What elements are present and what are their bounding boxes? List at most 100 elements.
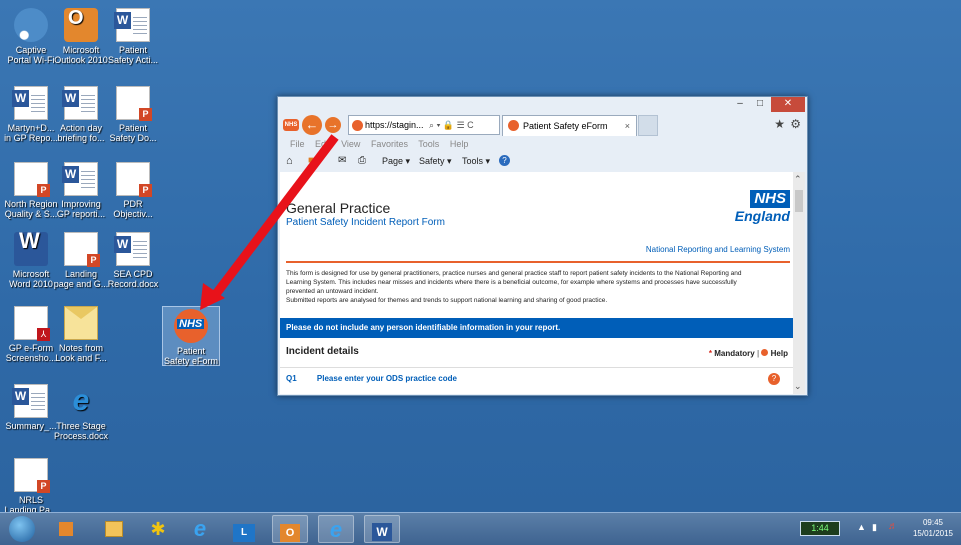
taskbar-word-running[interactable]: W [364, 515, 400, 543]
taskbar-outlook[interactable] [48, 515, 84, 543]
feeds-icon[interactable]: ■ [308, 155, 314, 166]
legend-separator: | [756, 349, 760, 358]
q1-text: Please enter your ODS practice code [316, 374, 457, 383]
wifi-icon [14, 8, 48, 42]
taskbar-outlook-running[interactable]: O [272, 515, 308, 543]
desktop-icon-label: Patient Safety eForm [163, 346, 219, 366]
desktop-icon-outlook[interactable]: Microsoft Outlook 2010 [52, 8, 110, 65]
scroll-thumb[interactable] [795, 190, 803, 212]
desktop-icon-landing-page[interactable]: Landing page and G... [52, 232, 110, 289]
home-icon[interactable]: ⌂ [286, 155, 293, 167]
desktop-icon-notes-from[interactable]: Notes from Look and F... [52, 306, 110, 363]
menu-item-file[interactable]: File [290, 139, 305, 149]
word-doc-icon [62, 162, 98, 196]
powerpoint-icon [64, 232, 100, 267]
word-doc-icon [114, 8, 150, 42]
tools-menu[interactable]: Tools ▾ [462, 156, 490, 167]
forward-button[interactable]: → [325, 117, 341, 133]
powerpoint-icon [14, 458, 50, 493]
desktop-icon-label: Patient Safety Do... [109, 123, 157, 143]
page-menu[interactable]: Page ▾ [382, 156, 410, 167]
intro-text-1: This form is designed for use by general… [286, 270, 742, 295]
taskbar-ie-running[interactable]: e [318, 515, 354, 543]
start-button[interactable] [6, 515, 38, 543]
desktop-icon-patient-safety-do[interactable]: Patient Safety Do... [104, 86, 162, 143]
taskbar-ie[interactable]: e [182, 515, 218, 543]
desktop-icon-patient-safety-eform[interactable]: Patient Safety eForm [162, 306, 220, 366]
new-tab-area[interactable] [638, 115, 658, 136]
internet-explorer-icon: e [72, 384, 90, 417]
desktop-icon-pdr[interactable]: PDR Objectiv... [104, 162, 162, 219]
menu-item-view[interactable]: View [341, 139, 360, 149]
taskbar-lync[interactable]: L [226, 515, 262, 543]
tray-expand-icon[interactable]: ▲ [857, 522, 866, 532]
nhs-favicon-icon: NHS [283, 119, 299, 131]
window-titlebar[interactable]: – □ ✕ [278, 97, 807, 113]
q1-help-button[interactable]: ? [768, 373, 780, 385]
battery-time: 1:44 [811, 523, 829, 533]
section-heading: Incident details [286, 346, 359, 357]
help-label[interactable]: Help [771, 349, 788, 358]
powerpoint-icon [116, 86, 152, 121]
signal-icon[interactable]: ▮ [872, 522, 877, 533]
desktop-icon-nrls-landing[interactable]: NRLS Landing Pa... [2, 458, 60, 515]
desktop-icon-label: Landing page and G... [53, 269, 109, 289]
home-star-icon[interactable]: ★ [774, 117, 785, 131]
tab-close-icon[interactable]: × [625, 116, 630, 136]
help-cmd-icon[interactable]: ? [499, 155, 510, 166]
desktop-icon-label: Action day briefing fo... [57, 123, 105, 143]
site-favicon-icon [352, 120, 363, 131]
clock-date: 15/01/2015 [912, 529, 954, 538]
settings-gear-icon[interactable]: ⚙ [790, 117, 801, 131]
intro-paragraph: This form is designed for use by general… [286, 269, 766, 305]
taskbar-explorer[interactable] [96, 515, 132, 543]
outlook-icon [64, 8, 98, 42]
safety-menu[interactable]: Safety ▾ [419, 156, 452, 167]
url-controls[interactable]: ⌕ ▾ 🔒 ☰ C [429, 120, 474, 130]
battery-indicator[interactable]: 1:44 [800, 521, 840, 536]
ie-running-icon: e [329, 517, 343, 542]
desktop-icon-label: SEA CPD Record.docx [107, 269, 159, 289]
tab-patient-safety-eform[interactable]: Patient Safety eForm × [502, 115, 637, 136]
menu-item-edit[interactable]: Edit [315, 139, 331, 149]
network-icon: ✱ [150, 519, 166, 539]
back-button[interactable]: ← [302, 115, 322, 135]
pdf-icon [14, 306, 50, 341]
menu-item-favorites[interactable]: Favorites [371, 139, 408, 149]
close-icon[interactable]: ✕ [771, 97, 805, 112]
help-dot-icon [761, 349, 769, 356]
print-icon[interactable]: ⎙ [358, 155, 366, 166]
minimize-icon[interactable]: – [731, 97, 749, 112]
word-doc-icon [62, 86, 98, 120]
page-content: General Practice Patient Safety Incident… [280, 172, 794, 394]
mail-cmd-icon[interactable]: ✉ [338, 155, 346, 166]
desktop-icon-label: Improving GP reporti... [56, 199, 106, 219]
vertical-scrollbar[interactable]: ⌃ ⌄ [793, 172, 805, 394]
page-title: General Practice [286, 200, 391, 216]
taskbar-network[interactable]: ✱ [140, 515, 176, 543]
powerpoint-icon [116, 162, 152, 197]
folder-icon [105, 521, 123, 537]
desktop-icon-action-day[interactable]: Action day briefing fo... [52, 86, 110, 143]
desktop-icon-patient-safety-action[interactable]: Patient Safety Acti... [104, 8, 162, 65]
maximize-icon[interactable]: □ [751, 97, 769, 112]
volume-icon[interactable]: ♬ [888, 521, 898, 532]
outlook-running-icon: O [280, 524, 300, 542]
windows-orb-icon [9, 516, 35, 542]
desktop-icon-three-stage[interactable]: e Three Stage Process.docx [52, 384, 110, 441]
command-bar: ⌂ ■ ✉ ⎙ Page ▾ Safety ▾ Tools ▾ ? [278, 153, 807, 171]
scroll-down-icon[interactable]: ⌄ [794, 381, 802, 392]
mandatory-asterisk-icon: * [708, 349, 713, 358]
nhs-logo-mark: NHS [750, 190, 790, 208]
menu-item-tools[interactable]: Tools [418, 139, 439, 149]
powerpoint-icon [14, 162, 50, 197]
outlook-small-icon [59, 522, 73, 536]
menu-item-help[interactable]: Help [450, 139, 469, 149]
desktop-icon-improving-gp[interactable]: Improving GP reporti... [52, 162, 110, 219]
scroll-up-icon[interactable]: ⌃ [794, 174, 802, 185]
address-bar[interactable]: https://stagin... ⌕ ▾ 🔒 ☰ C [348, 115, 500, 135]
word-app-icon [14, 232, 48, 266]
desktop-icon-sea-cpd[interactable]: SEA CPD Record.docx [104, 232, 162, 289]
intro-text-2: Submitted reports are analysed for theme… [286, 297, 608, 304]
system-clock[interactable]: 09:45 15/01/2015 [908, 517, 958, 539]
